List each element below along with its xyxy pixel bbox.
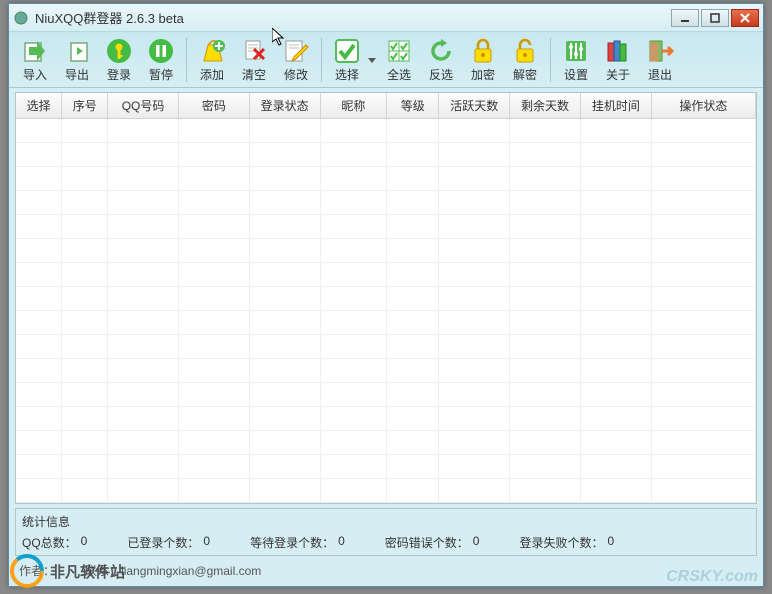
import-icon (21, 37, 49, 65)
maximize-button[interactable] (701, 9, 729, 27)
select-dropdown[interactable]: 选择 (327, 35, 377, 85)
footer: 作者： 联系：liangmingxian@gmail.com (9, 558, 763, 583)
encrypt-button[interactable]: 加密 (463, 35, 503, 85)
about-button[interactable]: 关于 (598, 35, 638, 85)
table-row[interactable] (16, 359, 756, 383)
minimize-button[interactable] (671, 9, 699, 27)
export-icon (63, 37, 91, 65)
table-row[interactable] (16, 191, 756, 215)
column-header[interactable]: 剩余天数 (510, 93, 581, 119)
select-all-icon (385, 37, 413, 65)
table-row[interactable] (16, 431, 756, 455)
add-button[interactable]: 添加 (192, 35, 232, 85)
column-header[interactable]: 序号 (62, 93, 108, 119)
data-table-container[interactable]: 选择序号QQ号码密码登录状态昵称等级活跃天数剩余天数挂机时间操作状态 (15, 92, 757, 504)
contact-label: 联系：liangmingxian@gmail.com (85, 562, 261, 579)
add-icon (198, 37, 226, 65)
decrypt-button[interactable]: 解密 (505, 35, 545, 85)
select-button[interactable]: 选择 (327, 35, 367, 85)
column-header[interactable]: 密码 (178, 93, 249, 119)
window-title: NiuXQQ群登器 2.6.3 beta (35, 8, 671, 27)
stats-panel: 统计信息 QQ总数：0 已登录个数：0 等待登录个数：0 密码错误个数：0 登录失败个数… (15, 508, 757, 556)
toolbar-separator (550, 38, 551, 82)
dropdown-arrow-icon[interactable] (367, 35, 377, 85)
column-header[interactable]: 登录状态 (249, 93, 320, 119)
login-button[interactable]: 登录 (99, 35, 139, 85)
table-row[interactable] (16, 311, 756, 335)
invert-selection-button[interactable]: 反选 (421, 35, 461, 85)
edit-icon (282, 37, 310, 65)
select-all-button[interactable]: 全选 (379, 35, 419, 85)
toolbar-separator (186, 38, 187, 82)
app-icon (13, 10, 29, 26)
pause-icon (147, 37, 175, 65)
data-table: 选择序号QQ号码密码登录状态昵称等级活跃天数剩余天数挂机时间操作状态 (16, 93, 756, 503)
stats-item: 已登录个数：0 (127, 534, 210, 551)
export-button[interactable]: 导出 (57, 35, 97, 85)
table-row[interactable] (16, 143, 756, 167)
unlock-icon (511, 37, 539, 65)
exit-button[interactable]: 退出 (640, 35, 680, 85)
close-button[interactable] (731, 9, 759, 27)
books-icon (604, 37, 632, 65)
clear-icon (240, 37, 268, 65)
table-row[interactable] (16, 335, 756, 359)
window-controls (671, 9, 759, 27)
pause-button[interactable]: 暂停 (141, 35, 181, 85)
app-window: NiuXQQ群登器 2.6.3 beta 导入 导出 登录 暂停 添加 清空 修… (8, 3, 764, 587)
stats-item: 密码错误个数：0 (385, 534, 480, 551)
toolbar-separator (321, 38, 322, 82)
table-row[interactable] (16, 239, 756, 263)
modify-button[interactable]: 修改 (276, 35, 316, 85)
table-row[interactable] (16, 455, 756, 479)
exit-icon (646, 37, 674, 65)
settings-button[interactable]: 设置 (556, 35, 596, 85)
column-header[interactable]: QQ号码 (108, 93, 179, 119)
column-header[interactable]: 操作状态 (651, 93, 755, 119)
key-icon (105, 37, 133, 65)
lock-icon (469, 37, 497, 65)
toolbar: 导入 导出 登录 暂停 添加 清空 修改 选择 全选 反选 加密 解密 设置 关… (9, 32, 763, 88)
settings-icon (562, 37, 590, 65)
check-icon (333, 37, 361, 65)
table-row[interactable] (16, 167, 756, 191)
refresh-icon (427, 37, 455, 65)
column-header[interactable]: 等级 (387, 93, 439, 119)
column-header[interactable]: 选择 (16, 93, 62, 119)
titlebar[interactable]: NiuXQQ群登器 2.6.3 beta (9, 4, 763, 32)
stats-item: 登录失败个数：0 (519, 534, 614, 551)
import-button[interactable]: 导入 (15, 35, 55, 85)
stats-item: QQ总数：0 (22, 534, 87, 551)
column-header[interactable]: 挂机时间 (580, 93, 651, 119)
table-row[interactable] (16, 215, 756, 239)
column-header[interactable]: 活跃天数 (439, 93, 510, 119)
author-label: 作者： (19, 562, 55, 579)
table-row[interactable] (16, 263, 756, 287)
column-header[interactable]: 昵称 (320, 93, 387, 119)
stats-title: 统计信息 (22, 511, 750, 532)
table-row[interactable] (16, 287, 756, 311)
table-row[interactable] (16, 119, 756, 143)
clear-button[interactable]: 清空 (234, 35, 274, 85)
stats-item: 等待登录个数：0 (250, 534, 345, 551)
table-row[interactable] (16, 479, 756, 503)
table-row[interactable] (16, 407, 756, 431)
table-row[interactable] (16, 383, 756, 407)
